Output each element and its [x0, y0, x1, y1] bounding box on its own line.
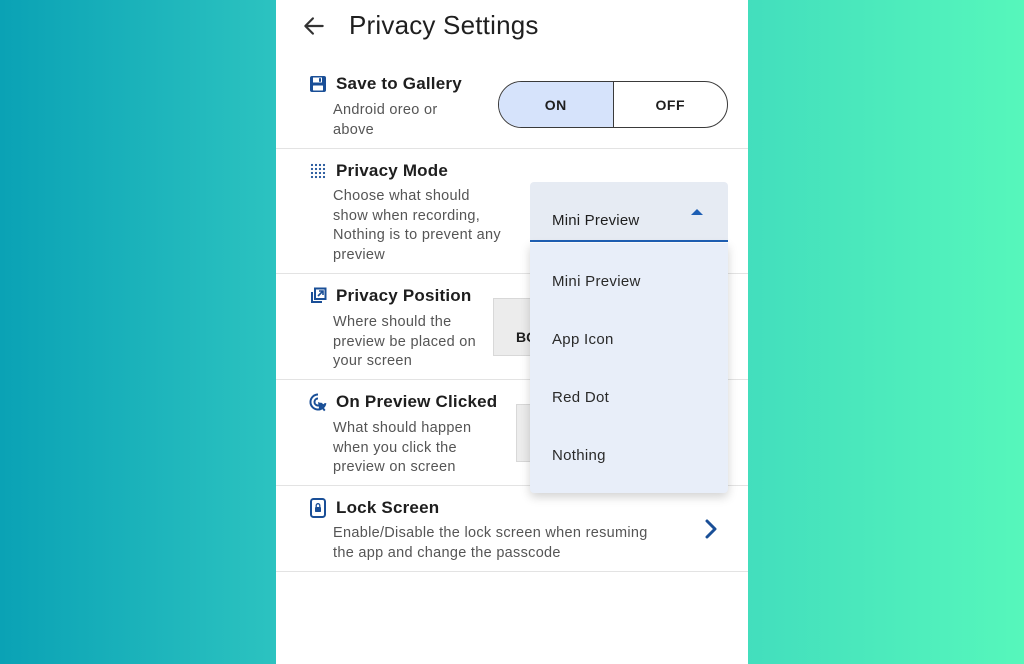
on-preview-clicked-title: On Preview Clicked: [336, 392, 498, 411]
lock-screen-title: Lock Screen: [336, 498, 440, 517]
dropdown-option-red-dot[interactable]: Red Dot: [552, 389, 609, 406]
dropdown-selected-value: Mini Preview: [552, 212, 640, 229]
arrow-left-icon: [304, 17, 324, 35]
privacy-position-description: Where should the preview be placed on yo…: [333, 314, 477, 369]
caret-up-icon: [691, 209, 703, 215]
privacy-mode-dropdown-menu: Mini Preview App Icon Red Dot Nothing: [530, 243, 728, 493]
lock-phone-icon: [308, 498, 328, 518]
chevron-right-icon: [705, 519, 717, 539]
cursor-click-icon: [308, 392, 328, 412]
page-title: Privacy Settings: [349, 10, 539, 40]
dropdown-option-mini-preview[interactable]: Mini Preview: [552, 273, 641, 290]
picture-in-picture-icon: [308, 286, 328, 306]
back-button[interactable]: [298, 10, 330, 42]
lock-screen-description: Enable/Disable the lock screen when resu…: [333, 525, 648, 561]
toggle-off-option[interactable]: OFF: [614, 82, 728, 127]
toggle-on-option[interactable]: ON: [499, 82, 614, 127]
save-to-gallery-header: Save to Gallery: [308, 74, 462, 94]
privacy-mode-header: Privacy Mode: [308, 161, 448, 181]
dropdown-option-app-icon[interactable]: App Icon: [552, 331, 614, 348]
on-preview-clicked-description: What should happen when you click the pr…: [333, 420, 472, 475]
lock-screen-section[interactable]: Lock Screen Enable/Disable the lock scre…: [276, 485, 748, 572]
privacy-mode-description: Choose what should show when recording, …: [333, 188, 501, 263]
save-to-gallery-title: Save to Gallery: [336, 74, 462, 93]
app-bar: Privacy Settings: [276, 0, 748, 56]
privacy-mode-title: Privacy Mode: [336, 161, 449, 180]
dropdown-option-nothing[interactable]: Nothing: [552, 447, 606, 464]
privacy-position-header: Privacy Position: [308, 286, 471, 306]
save-gallery-toggle[interactable]: ON OFF: [498, 81, 728, 128]
privacy-mode-dropdown[interactable]: Mini Preview: [530, 182, 728, 242]
privacy-position-title: Privacy Position: [336, 286, 472, 305]
on-preview-clicked-header: On Preview Clicked: [308, 392, 497, 412]
floppy-disk-icon: [308, 74, 328, 94]
phone-screen: Privacy Settings Save to Gallery Android…: [276, 0, 748, 664]
save-to-gallery-description: Android oreo or above: [333, 102, 438, 138]
lock-screen-header: Lock Screen: [308, 498, 439, 518]
lock-screen-chevron[interactable]: [700, 518, 722, 540]
dotted-grid-icon: [308, 161, 328, 181]
